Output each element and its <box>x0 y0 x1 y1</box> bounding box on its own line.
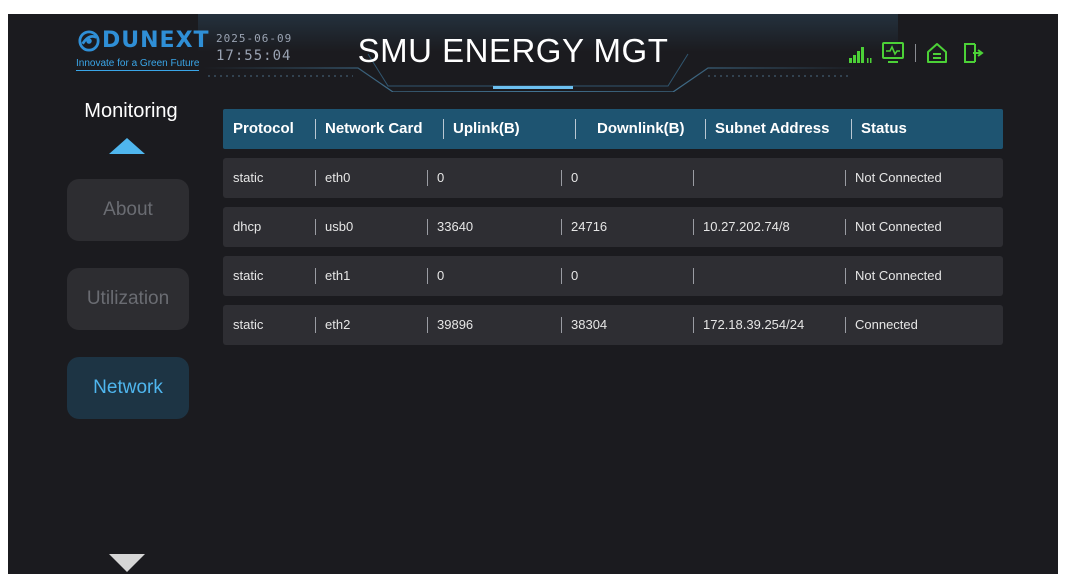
cell-status: Not Connected <box>845 256 1003 296</box>
sidebar-item-label: About <box>103 199 153 220</box>
table-row: static eth0 0 0 Not Connected <box>223 158 1003 198</box>
header-bar: DUNEXT Innovate for a Green Future 2025-… <box>8 14 1058 92</box>
cell-subnet-address <box>693 158 845 198</box>
cell-subnet-address: 172.18.39.254/24 <box>693 305 845 345</box>
sidebar-item-network[interactable]: Network <box>67 357 189 419</box>
cell-network-card: eth2 <box>315 305 427 345</box>
current-time: 17:55:04 <box>216 48 292 64</box>
cell-uplink: 0 <box>427 256 561 296</box>
column-header-protocol: Protocol <box>233 120 294 137</box>
column-header-downlink: Downlink(B) <box>575 109 705 149</box>
signal-bars-icon <box>849 47 872 63</box>
sidebar-item-label: Network <box>93 377 163 398</box>
cell-uplink: 39896 <box>427 305 561 345</box>
current-date: 2025-06-09 <box>216 32 293 45</box>
table-row: static eth1 0 0 Not Connected <box>223 256 1003 296</box>
brand-tagline: Innovate for a Green Future <box>76 58 200 71</box>
cell-status: Not Connected <box>845 207 1003 247</box>
cell-protocol: static <box>233 317 264 332</box>
cell-network-card: eth1 <box>315 256 427 296</box>
cell-protocol: static <box>233 268 264 283</box>
cell-status: Not Connected <box>845 158 1003 198</box>
cell-downlink: 0 <box>561 158 693 198</box>
screen: DUNEXT Innovate for a Green Future 2025-… <box>8 14 1058 574</box>
brand-mark-icon <box>78 30 100 52</box>
sidebar-item-utilization[interactable]: Utilization <box>67 268 189 330</box>
cell-protocol: dhcp <box>233 219 262 234</box>
home-icon[interactable] <box>924 40 950 66</box>
table-header: Protocol Network Card Uplink(B) Downlink… <box>223 109 1003 149</box>
table-row: dhcp usb0 33640 24716 10.27.202.74/8 Not… <box>223 207 1003 247</box>
sidebar-item-about[interactable]: About <box>67 179 189 241</box>
header-icon-divider <box>915 44 916 62</box>
brand-logo: DUNEXT Innovate for a Green Future <box>68 28 210 78</box>
cell-subnet-address: 10.27.202.74/8 <box>693 207 845 247</box>
column-header-status: Status <box>851 109 1003 149</box>
cell-network-card: eth0 <box>315 158 427 198</box>
cell-network-card: usb0 <box>315 207 427 247</box>
monitor-icon[interactable] <box>880 40 906 66</box>
cell-downlink: 24716 <box>561 207 693 247</box>
column-header-network-card: Network Card <box>315 109 443 149</box>
brand-name: DUNEXT <box>102 28 210 53</box>
cell-downlink: 38304 <box>561 305 693 345</box>
cell-downlink: 0 <box>561 256 693 296</box>
table-row: static eth2 39896 38304 172.18.39.254/24… <box>223 305 1003 345</box>
cell-status: Connected <box>845 305 1003 345</box>
column-header-uplink: Uplink(B) <box>443 109 575 149</box>
sidebar-item-label: Utilization <box>86 288 170 309</box>
logout-icon[interactable] <box>960 40 986 66</box>
sidebar-section-label: Monitoring <box>84 100 178 122</box>
cell-uplink: 0 <box>427 158 561 198</box>
cell-protocol: static <box>233 170 264 185</box>
scroll-down-arrow-icon[interactable] <box>109 554 145 572</box>
cell-uplink: 33640 <box>427 207 561 247</box>
column-header-subnet-address: Subnet Address <box>705 109 851 149</box>
scroll-up-arrow-icon[interactable] <box>109 138 145 154</box>
cell-subnet-address <box>693 256 845 296</box>
page-title: SMU ENERGY MGT <box>357 32 669 69</box>
